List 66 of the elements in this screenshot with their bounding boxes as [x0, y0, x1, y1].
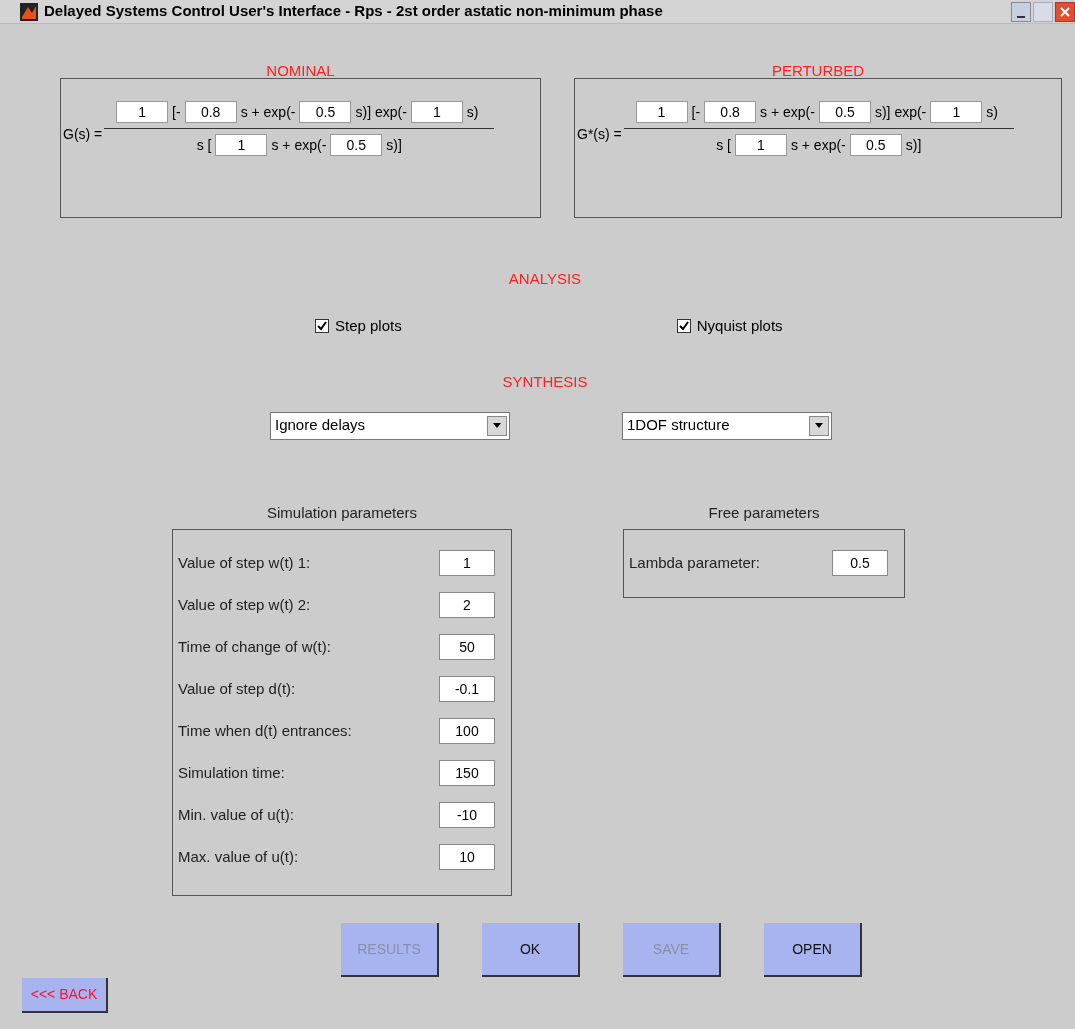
coefficient-field[interactable]: 1 [215, 134, 268, 156]
formula-text: s)] [386, 135, 402, 155]
coefficient-field[interactable]: 0.8 [184, 101, 237, 123]
parameter-label: Lambda parameter: [629, 552, 760, 573]
group-title: Free parameters [708, 502, 820, 523]
action-button[interactable]: OK [482, 923, 580, 977]
parameter-field[interactable]: 0.5 [832, 550, 888, 576]
parameter-label: Time of change of w(t): [178, 636, 331, 657]
coefficient-field[interactable]: 0.5 [330, 134, 383, 156]
formula-text: s) [466, 102, 479, 122]
checkbox-label: Nyquist plots [696, 315, 783, 336]
formula-text: s + exp(- [271, 135, 327, 155]
formula-text: s)] [905, 135, 922, 155]
dropdown[interactable]: Ignore delays [270, 411, 510, 440]
checkbox[interactable] [315, 318, 329, 333]
formula-text: [- [691, 102, 701, 122]
coefficient-field[interactable]: 1 [635, 101, 688, 123]
formula-text: s + exp(- [790, 135, 846, 155]
parameter-label: Time when d(t) entrances: [178, 720, 352, 741]
formula-text: s)] exp(- [355, 102, 407, 122]
parameter-field[interactable]: 100 [439, 718, 495, 744]
section-title: ANALYSIS [508, 269, 582, 289]
minimize-icon[interactable] [1011, 1, 1031, 22]
parameter-label: Max. value of u(t): [178, 846, 299, 867]
formula-text: s + exp(- [240, 102, 296, 122]
coefficient-field[interactable]: 1 [930, 101, 983, 123]
formula-text: s) [986, 102, 998, 122]
group-title: Simulation parameters [266, 502, 418, 523]
formula-text: [- [172, 102, 181, 122]
formula-text: s)] exp(- [874, 102, 927, 122]
parameter-field[interactable]: -10 [439, 802, 495, 828]
app-logo-icon [20, 2, 38, 21]
close-icon[interactable] [1055, 1, 1075, 22]
parameter-label: Simulation time: [178, 762, 285, 783]
coefficient-field[interactable]: 0.5 [818, 101, 871, 123]
checkbox[interactable] [676, 318, 691, 333]
parameter-field[interactable]: 150 [439, 760, 495, 786]
dropdown[interactable]: 1DOF structure [622, 411, 832, 440]
formula-text: s + exp(- [760, 102, 815, 122]
parameter-label: Min. value of u(t): [178, 804, 294, 825]
coefficient-field[interactable]: 1 [116, 101, 169, 123]
parameter-field[interactable]: 10 [439, 844, 495, 870]
window-title: Delayed Systems Control User's Interface - Rps - 2st order astatic non-minimum phase [44, 1, 663, 22]
parameter-field[interactable]: 2 [439, 592, 495, 618]
coefficient-field[interactable]: 0.8 [704, 101, 757, 123]
action-button[interactable]: OPEN [764, 923, 862, 977]
coefficient-field[interactable]: 1 [410, 101, 463, 123]
transfer-function-label: G(s) = [63, 125, 103, 144]
section-title: PERTURBED [771, 61, 865, 80]
coefficient-field[interactable]: 1 [734, 134, 787, 156]
formula-text: s [ [196, 135, 212, 155]
parameter-label: Value of step d(t): [178, 678, 296, 699]
parameter-label: Value of step w(t) 2: [178, 594, 311, 615]
parameter-field[interactable]: 1 [439, 550, 495, 576]
checkbox-label: Step plots [335, 315, 402, 336]
coefficient-field[interactable]: 0.5 [849, 134, 902, 156]
transfer-function-label: G*(s) = [577, 125, 622, 144]
section-title: NOMINAL [266, 61, 335, 80]
checkmark-icon [317, 320, 327, 331]
formula-text: s [ [716, 135, 731, 155]
coefficient-field[interactable]: 0.5 [299, 101, 352, 123]
parameter-field[interactable]: 50 [439, 634, 495, 660]
checkmark-icon [678, 320, 689, 331]
parameter-field[interactable]: -0.1 [439, 676, 495, 702]
section-title: SYNTHESIS [502, 372, 588, 392]
parameter-label: Value of step w(t) 1: [178, 552, 311, 573]
